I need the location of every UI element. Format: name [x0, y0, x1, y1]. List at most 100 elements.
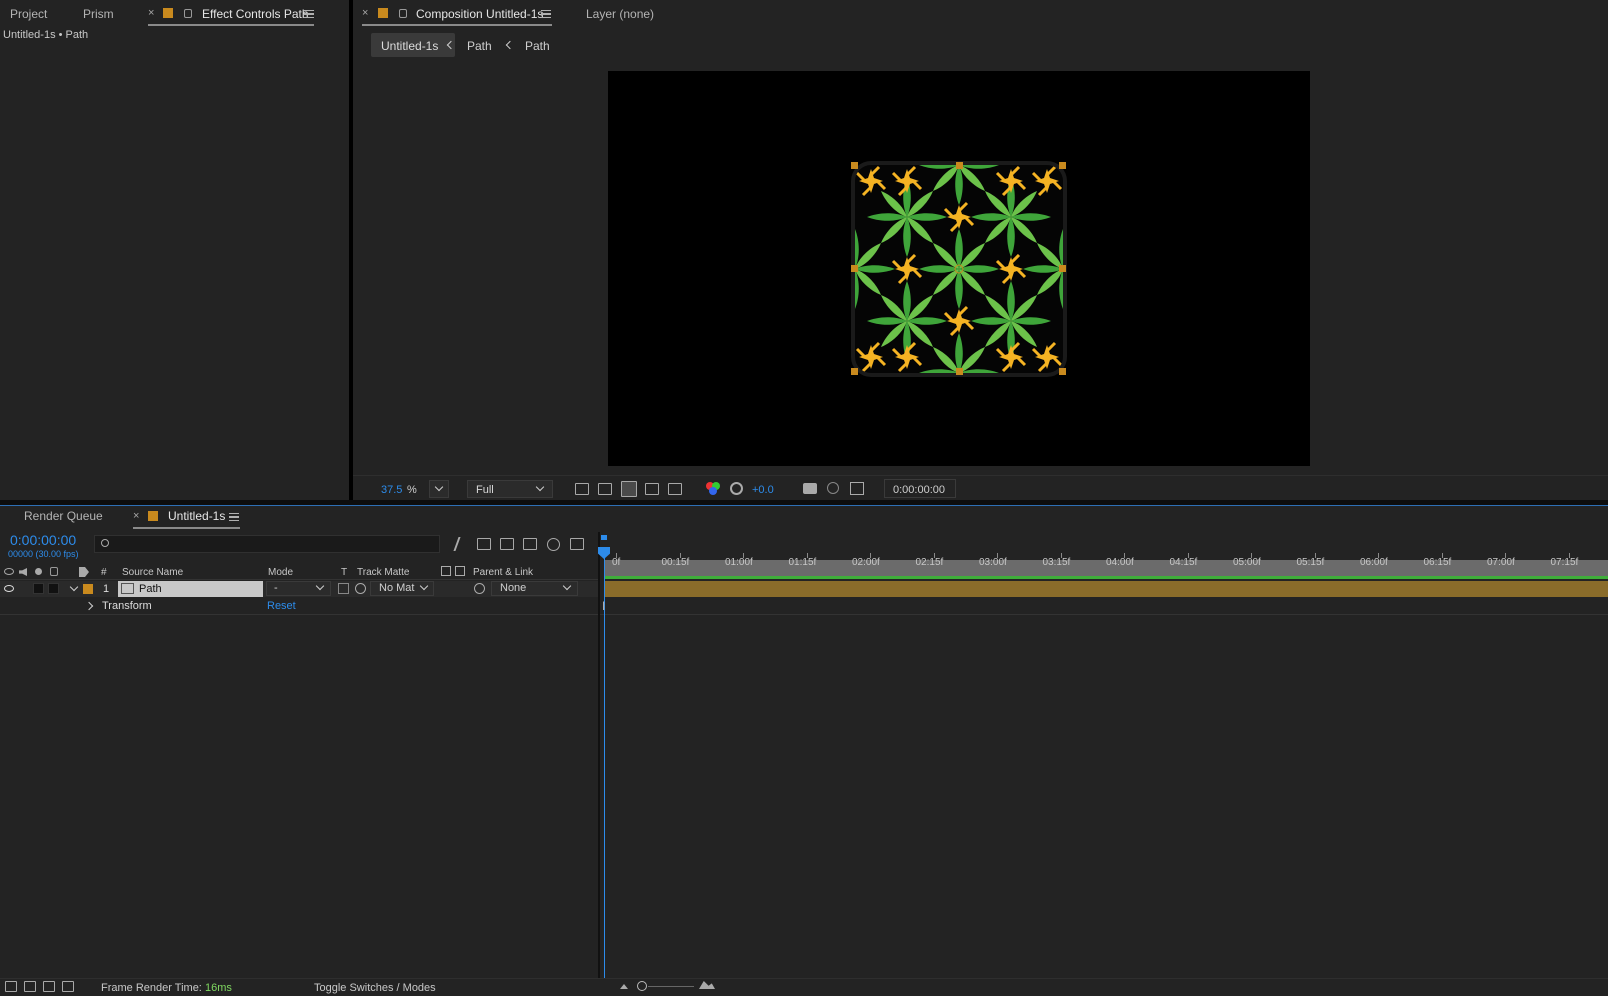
- ruler-label: 05:15f: [1296, 557, 1325, 568]
- layer-label-color[interactable]: [83, 584, 93, 594]
- viewer-timecode[interactable]: 0:00:00:00: [893, 484, 945, 496]
- layer-name[interactable]: Path: [139, 583, 162, 595]
- work-area-start-marker[interactable]: [601, 535, 607, 540]
- transform-handle[interactable]: [956, 368, 963, 375]
- lock-icon[interactable]: [50, 567, 58, 576]
- layer-search-input[interactable]: [94, 535, 440, 553]
- close-icon[interactable]: ×: [148, 7, 154, 19]
- column-parent-link[interactable]: Parent & Link: [473, 567, 533, 578]
- zoom-value[interactable]: 37.5: [381, 484, 402, 496]
- breadcrumb-item-comp[interactable]: Untitled-1s: [381, 39, 438, 53]
- track-matte-value: No Mat: [379, 582, 415, 594]
- ruler-label: 02:15f: [915, 557, 944, 568]
- timeline-ruler[interactable]: [600, 540, 1608, 558]
- tab-underline: [133, 527, 240, 529]
- guides-icon[interactable]: [668, 483, 682, 495]
- ruler-label: 05:00f: [1233, 557, 1261, 568]
- lock-icon[interactable]: [399, 9, 407, 18]
- tab-project[interactable]: Project: [10, 7, 47, 21]
- transform-reset-link[interactable]: Reset: [267, 600, 296, 612]
- panel-menu-icon[interactable]: [541, 10, 551, 18]
- row-separator: [0, 614, 1608, 615]
- tab-composition[interactable]: Composition Untitled-1s: [416, 7, 543, 21]
- close-icon[interactable]: ×: [362, 7, 368, 19]
- shy-layers-icon[interactable]: [477, 538, 491, 550]
- transform-handle[interactable]: [1059, 368, 1066, 375]
- exposure-value[interactable]: +0.0: [752, 484, 774, 496]
- mode-value: -: [274, 582, 278, 594]
- transform-handle[interactable]: [851, 162, 858, 169]
- ruler-label: 03:15f: [1042, 557, 1071, 568]
- tab-effect-controls[interactable]: Effect Controls Path: [202, 7, 309, 21]
- current-time[interactable]: 0:00:00:00: [10, 532, 76, 548]
- layer-duration-bar[interactable]: [604, 581, 1608, 597]
- breadcrumb-item-path-2[interactable]: Path: [525, 39, 550, 53]
- transform-handle[interactable]: [956, 162, 963, 169]
- eye-icon[interactable]: [4, 568, 14, 575]
- column-source-name[interactable]: Source Name: [122, 567, 183, 578]
- transform-group-label[interactable]: Transform: [102, 600, 152, 612]
- zoom-slider-thumb[interactable]: [637, 981, 647, 991]
- region-of-interest-icon[interactable]: [645, 483, 659, 495]
- solo-checkbox[interactable]: [33, 583, 44, 594]
- comp-flowchart-icon[interactable]: [570, 538, 584, 550]
- effect-controls-panel: [0, 0, 349, 500]
- shape-layer-icon: [121, 583, 134, 594]
- frame-render-label: Frame Render Time:: [101, 982, 202, 994]
- preserve-transparency-checkbox[interactable]: [338, 583, 349, 594]
- toggle-switches-modes[interactable]: Toggle Switches / Modes: [314, 982, 436, 994]
- show-snapshot-icon[interactable]: [827, 482, 839, 494]
- frame-blending-icon[interactable]: [500, 538, 514, 550]
- column-mode[interactable]: Mode: [268, 567, 293, 578]
- playhead-line[interactable]: [604, 552, 605, 978]
- transform-handle[interactable]: [1059, 162, 1066, 169]
- matte-invert-icon: [455, 566, 465, 576]
- panel-menu-icon[interactable]: [304, 10, 314, 18]
- comp-mini-flowchart-icon[interactable]: [5, 981, 17, 992]
- in-out-icon[interactable]: [43, 981, 55, 992]
- expand-pane-icon[interactable]: [62, 981, 74, 992]
- solo-icon[interactable]: [35, 568, 42, 575]
- ruler-label: 06:00f: [1360, 557, 1388, 568]
- zoom-slider-track[interactable]: [648, 986, 694, 987]
- channels-icon[interactable]: [706, 482, 720, 496]
- ruler-label: 00:15f: [661, 557, 690, 568]
- graph-editor-icon[interactable]: [547, 538, 560, 551]
- ruler-label: 0f: [612, 557, 621, 568]
- breadcrumb-item-path[interactable]: Path: [467, 39, 492, 53]
- search-icon: [101, 539, 109, 547]
- fast-preview-icon[interactable]: [575, 483, 589, 495]
- transform-handle[interactable]: [1059, 265, 1066, 272]
- snapshot-icon[interactable]: [803, 483, 817, 494]
- tab-timeline-comp[interactable]: Untitled-1s: [168, 509, 225, 523]
- reset-exposure-icon[interactable]: [730, 482, 743, 495]
- effect-controls-subtitle: Untitled-1s • Path: [3, 29, 89, 41]
- lock-checkbox[interactable]: [48, 583, 59, 594]
- transform-handle[interactable]: [851, 265, 858, 272]
- ruler-label: 02:00f: [852, 557, 880, 568]
- ruler-label: 03:00f: [979, 557, 1007, 568]
- mask-path-icon[interactable]: [621, 481, 637, 497]
- layer-index: 1: [103, 583, 110, 595]
- column-track-matte[interactable]: Track Matte: [357, 567, 409, 578]
- close-icon[interactable]: ×: [133, 510, 139, 522]
- tab-prism[interactable]: Prism: [83, 7, 114, 21]
- eye-icon[interactable]: [4, 585, 14, 592]
- work-area-green: [604, 576, 1608, 579]
- panel-menu-icon[interactable]: [229, 513, 239, 521]
- pattern-artwork[interactable]: [851, 161, 1067, 377]
- parent-pickwhip-icon[interactable]: [474, 583, 485, 594]
- render-time-icon[interactable]: [24, 981, 36, 992]
- column-t: T: [341, 567, 348, 578]
- transparency-grid-icon[interactable]: [598, 483, 612, 495]
- tab-render-queue[interactable]: Render Queue: [24, 509, 103, 523]
- matte-pickwhip-icon[interactable]: [355, 583, 366, 594]
- timeline-divider[interactable]: [598, 532, 600, 996]
- show-channel-icon[interactable]: [850, 482, 864, 495]
- motion-blur-icon[interactable]: [523, 538, 537, 550]
- tab-layer[interactable]: Layer (none): [586, 7, 654, 21]
- transform-handle[interactable]: [851, 368, 858, 375]
- ruler-label: 01:00f: [725, 557, 753, 568]
- ruler-label: 04:00f: [1106, 557, 1134, 568]
- lock-icon[interactable]: [184, 9, 192, 18]
